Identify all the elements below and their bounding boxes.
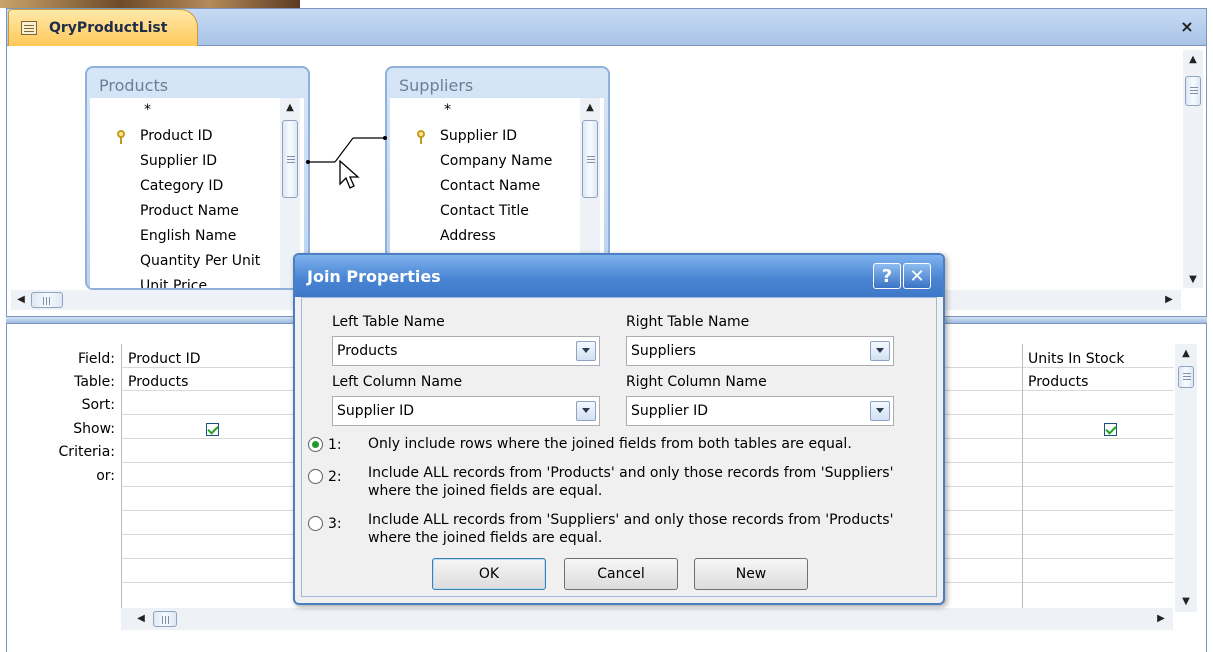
upper-vertical-scrollbar[interactable]: ▲ ▼ [1183, 50, 1203, 288]
chevron-down-icon[interactable] [576, 401, 596, 421]
scroll-down-arrow-icon[interactable]: ▼ [1185, 272, 1201, 288]
field-item[interactable]: * [144, 102, 151, 118]
scroll-thumb[interactable] [153, 611, 177, 627]
background-image-strip [0, 0, 300, 8]
cancel-button[interactable]: Cancel [564, 558, 678, 590]
grid-vertical-scrollbar[interactable]: ▲ ▼ [1175, 344, 1197, 612]
field-item[interactable]: Quantity Per Unit [140, 253, 260, 269]
join-option-3-radio[interactable] [308, 516, 323, 531]
field-item[interactable]: Unit Price [140, 278, 207, 288]
join-option-3-text-line2[interactable]: where the joined fields are equal. [368, 529, 602, 547]
products-field-list[interactable]: * Product ID Supplier ID Category ID Pro… [90, 98, 304, 288]
scroll-thumb[interactable] [1178, 366, 1194, 388]
join-option-2-number: 2: [328, 469, 342, 485]
field-item[interactable]: Contact Name [440, 178, 540, 194]
products-table-title: Products [99, 76, 169, 95]
right-column-combo[interactable]: Supplier ID [626, 396, 894, 426]
left-table-combo[interactable]: Products [332, 336, 600, 366]
scroll-right-arrow-icon[interactable]: ▶ [1153, 611, 1169, 627]
products-table-window[interactable]: Products * Product ID Supplier ID Catego… [85, 66, 310, 290]
document-tab-label: QryProductList [49, 20, 168, 36]
row-label-table: Table: [74, 374, 115, 390]
suppliers-table-title: Suppliers [399, 76, 474, 95]
scroll-thumb[interactable] [582, 120, 598, 198]
grid-row-labels: Field: Table: Sort: Show: Criteria: or: [7, 324, 115, 524]
suppliers-field-list[interactable]: * Supplier ID Company Name Contact Name … [390, 98, 604, 274]
scroll-up-arrow-icon[interactable]: ▲ [282, 100, 298, 116]
scroll-thumb[interactable] [1185, 76, 1201, 106]
left-column-label: Left Column Name [332, 374, 463, 390]
field-item[interactable]: * [444, 102, 451, 118]
field-item[interactable]: Address [440, 228, 496, 244]
new-button[interactable]: New [694, 558, 808, 590]
join-properties-dialog[interactable]: Join Properties ? ✕ Left Table Name Prod… [293, 253, 945, 605]
grid-table-cell[interactable]: Products [1028, 374, 1088, 390]
scroll-thumb[interactable] [31, 292, 63, 308]
scroll-up-arrow-icon[interactable]: ▲ [1185, 52, 1201, 68]
field-item[interactable]: Contact Title [440, 203, 529, 219]
show-checkbox[interactable] [206, 423, 219, 436]
field-item[interactable]: Supplier ID [440, 128, 517, 144]
row-label-show: Show: [73, 421, 115, 437]
join-option-1-radio[interactable] [308, 437, 323, 452]
right-table-value: Suppliers [631, 343, 696, 359]
chevron-down-icon[interactable] [870, 401, 890, 421]
field-item[interactable]: Supplier ID [140, 153, 217, 169]
row-label-or: or: [96, 468, 115, 484]
help-button[interactable]: ? [873, 263, 901, 289]
chevron-down-icon[interactable] [576, 341, 596, 361]
show-checkbox[interactable] [1104, 423, 1117, 436]
field-item[interactable]: Product ID [140, 128, 213, 144]
right-table-combo[interactable]: Suppliers [626, 336, 894, 366]
right-table-label: Right Table Name [626, 314, 750, 330]
field-item[interactable]: English Name [140, 228, 236, 244]
right-column-value: Supplier ID [631, 403, 709, 419]
field-item[interactable]: Company Name [440, 153, 552, 169]
suppliers-vertical-scrollbar[interactable]: ▲ [580, 98, 600, 274]
chevron-down-icon[interactable] [870, 341, 890, 361]
right-column-label: Right Column Name [626, 374, 767, 390]
close-document-button[interactable]: × [1176, 16, 1198, 38]
grid-table-cell[interactable]: Products [128, 374, 188, 390]
left-table-label: Left Table Name [332, 314, 445, 330]
scroll-thumb[interactable] [282, 120, 298, 198]
primary-key-icon [417, 130, 426, 144]
mouse-pointer-icon [339, 160, 360, 189]
join-option-3-text[interactable]: Include ALL records from 'Suppliers' and… [368, 511, 893, 529]
field-item[interactable]: Product Name [140, 203, 239, 219]
dialog-title-bar[interactable]: Join Properties ? ✕ [295, 255, 943, 297]
grid-field-cell[interactable]: Product ID [128, 351, 201, 367]
join-option-2-text[interactable]: Include ALL records from 'Products' and … [368, 464, 893, 482]
grid-field-cell[interactable]: Units In Stock [1028, 351, 1124, 367]
join-option-2-radio[interactable] [308, 469, 323, 484]
row-label-field: Field: [77, 351, 115, 367]
query-document-tab[interactable]: QryProductList [8, 9, 198, 46]
join-option-2-text-line2[interactable]: where the joined fields are equal. [368, 482, 602, 500]
scroll-left-arrow-icon[interactable]: ◀ [133, 611, 149, 627]
ok-button[interactable]: OK [432, 558, 546, 590]
scroll-up-arrow-icon[interactable]: ▲ [1178, 346, 1194, 362]
left-column-combo[interactable]: Supplier ID [332, 396, 600, 426]
left-column-value: Supplier ID [337, 403, 415, 419]
close-dialog-button[interactable]: ✕ [903, 263, 931, 289]
row-label-criteria: Criteria: [58, 444, 115, 460]
dialog-title: Join Properties [307, 267, 441, 286]
query-icon [21, 21, 37, 35]
left-table-value: Products [337, 343, 398, 359]
row-label-sort: Sort: [81, 397, 115, 413]
scroll-up-arrow-icon[interactable]: ▲ [582, 100, 598, 116]
scroll-left-arrow-icon[interactable]: ◀ [13, 292, 29, 308]
join-option-1-number: 1: [328, 437, 342, 453]
primary-key-icon [117, 130, 126, 144]
suppliers-table-window[interactable]: Suppliers * Supplier ID Company Name Con… [385, 66, 610, 276]
scroll-down-arrow-icon[interactable]: ▼ [1178, 594, 1194, 610]
dialog-body: Left Table Name Products Right Table Nam… [301, 297, 937, 597]
field-item[interactable]: Category ID [140, 178, 223, 194]
join-option-3-number: 3: [328, 516, 342, 532]
grid-horizontal-scrollbar[interactable]: ◀ ▶ [121, 608, 1173, 630]
join-option-1-text[interactable]: Only include rows where the joined field… [368, 435, 852, 453]
scroll-right-arrow-icon[interactable]: ▶ [1161, 292, 1177, 308]
